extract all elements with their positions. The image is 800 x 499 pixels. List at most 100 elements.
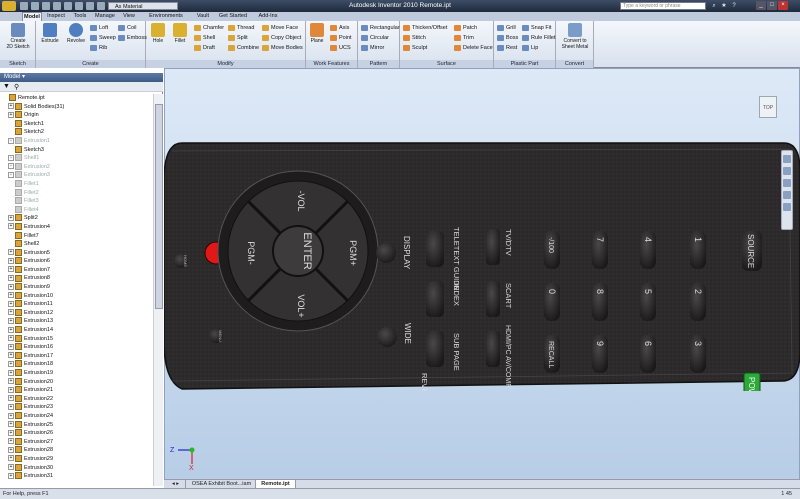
browser-item[interactable]: + Extrusion28 [0,446,153,455]
search-input[interactable]: Type a keyword or phrase [620,2,706,10]
grill-button[interactable]: Grill [497,24,516,32]
trim-button[interactable]: Trim [454,34,474,42]
browser-item[interactable]: + Split2 [0,214,153,223]
browser-item[interactable]: + Solid Bodies(31) [0,102,153,112]
browser-item[interactable]: + Extrusion31 [0,472,153,481]
orbit-icon[interactable] [783,191,791,199]
expand-icon[interactable]: + [8,378,14,385]
point-button[interactable]: Point [330,34,352,42]
expand-icon[interactable]: + [8,326,14,333]
browser-item[interactable]: + Extrusion25 [0,420,153,430]
expand-icon[interactable]: + [8,386,14,393]
open-icon[interactable] [31,2,39,10]
browser-scrollbar[interactable] [153,94,163,486]
revolve-button[interactable]: Revolve [64,23,88,44]
circular-pattern-button[interactable]: Circular [361,34,389,42]
update-icon[interactable] [97,2,105,10]
expand-icon[interactable]: + [8,360,14,367]
browser-item[interactable]: + Shell1 [0,154,153,163]
convert-to-sheet-metal-button[interactable]: Convert to Sheet Metal [558,23,592,50]
new-icon[interactable] [20,2,28,10]
browser-item[interactable]: Fillet4 [0,205,153,215]
browser-item[interactable]: + Extrusion9 [0,283,153,292]
chamfer-button[interactable]: Chamfer [194,24,224,32]
expand-icon[interactable]: + [8,421,14,428]
browser-item[interactable]: + Extrusion1 [0,137,153,146]
browser-item[interactable]: + Extrusion19 [0,369,153,378]
browser-item[interactable]: + Extrusion21 [0,386,153,395]
expand-icon[interactable]: + [8,455,14,462]
save-icon[interactable] [42,2,50,10]
move-face-button[interactable]: Move Face [262,24,298,32]
copy-object-button[interactable]: Copy Object [262,34,301,42]
expand-icon[interactable]: + [8,352,14,359]
graphics-viewport[interactable]: ENTER -VOL VOL+ PGM- PGM+ HOME MENU DISP… [164,68,800,486]
zoom-icon[interactable] [783,179,791,187]
expand-icon[interactable]: + [8,137,14,144]
browser-item[interactable]: + Extrusion23 [0,403,153,412]
browser-item[interactable]: + Extrusion24 [0,412,153,421]
tab-view[interactable]: View [120,12,138,21]
rest-button[interactable]: Rest [497,44,517,52]
browser-item[interactable]: + Extrusion8 [0,274,153,283]
expand-icon[interactable]: + [8,292,14,299]
browser-item[interactable]: + Extrusion12 [0,308,153,318]
home-icon[interactable] [75,2,83,10]
browser-item[interactable]: + Extrusion13 [0,317,153,326]
expand-icon[interactable]: + [8,171,14,178]
rectangular-pattern-button[interactable]: Rectangular [361,24,400,32]
pan-icon[interactable] [783,167,791,175]
move-bodies-button[interactable]: Move Bodies [262,44,303,52]
expand-icon[interactable]: + [8,403,14,410]
loft-button[interactable]: Loft [90,24,108,32]
hole-button[interactable]: Hole [148,23,168,44]
shell-button[interactable]: Shell [194,34,215,42]
mirror-button[interactable]: Mirror [361,44,384,52]
delete-face-button[interactable]: Delete Face [454,44,493,52]
expand-icon[interactable]: + [8,257,14,264]
split-button[interactable]: Split [228,34,248,42]
expand-icon[interactable]: + [8,369,14,376]
tab-tools[interactable]: Tools [70,12,90,21]
lip-button[interactable]: Lip [522,44,538,52]
browser-item[interactable]: Sketch1 [0,119,153,129]
browser-title[interactable]: Model ▾ [0,73,163,82]
tab-environments[interactable]: Environments [140,12,192,21]
search-icon[interactable]: ⌕ [710,2,718,10]
browser-item[interactable]: + Extrusion20 [0,377,153,387]
rib-button[interactable]: Rib [90,44,107,52]
expand-icon[interactable]: + [8,223,14,230]
undo-icon[interactable] [53,2,61,10]
expand-icon[interactable]: + [8,317,14,324]
filter-icon[interactable]: ▼ [3,83,10,90]
fillet-button[interactable]: Fillet [170,23,190,44]
expand-icon[interactable]: + [8,275,14,282]
browser-item[interactable]: + Extrusion18 [0,360,153,369]
help-icon[interactable]: ? [730,2,738,10]
expand-icon[interactable]: + [8,429,14,436]
stitch-button[interactable]: Stitch [403,34,426,42]
ucs-button[interactable]: UCS [330,44,351,52]
application-menu-button[interactable] [2,1,16,11]
browser-item[interactable]: + Extrusion4 [0,222,153,232]
expand-icon[interactable]: + [8,343,14,350]
browser-item[interactable]: + Extrusion14 [0,326,153,335]
coil-button[interactable]: Coil [118,24,136,32]
tab-manage[interactable]: Manage [92,12,118,21]
expand-icon[interactable]: + [8,335,14,342]
expand-icon[interactable]: + [8,214,14,221]
browser-item[interactable]: + Extrusion29 [0,454,153,464]
maximize-button[interactable]: □ [767,1,777,10]
redo-icon[interactable] [64,2,72,10]
browser-item[interactable]: + Extrusion5 [0,248,153,258]
combine-button[interactable]: Combine [228,44,259,52]
expand-icon[interactable]: + [8,438,14,445]
expand-icon[interactable]: + [8,103,14,110]
expand-icon[interactable]: + [8,309,14,316]
expand-icon[interactable]: + [8,472,14,479]
patch-button[interactable]: Patch [454,24,477,32]
tab-inspect[interactable]: Inspect [44,12,68,21]
browser-item[interactable]: + Extrusion17 [0,351,153,361]
boss-button[interactable]: Boss [497,34,518,42]
browser-item[interactable]: Shell2 [0,240,153,249]
